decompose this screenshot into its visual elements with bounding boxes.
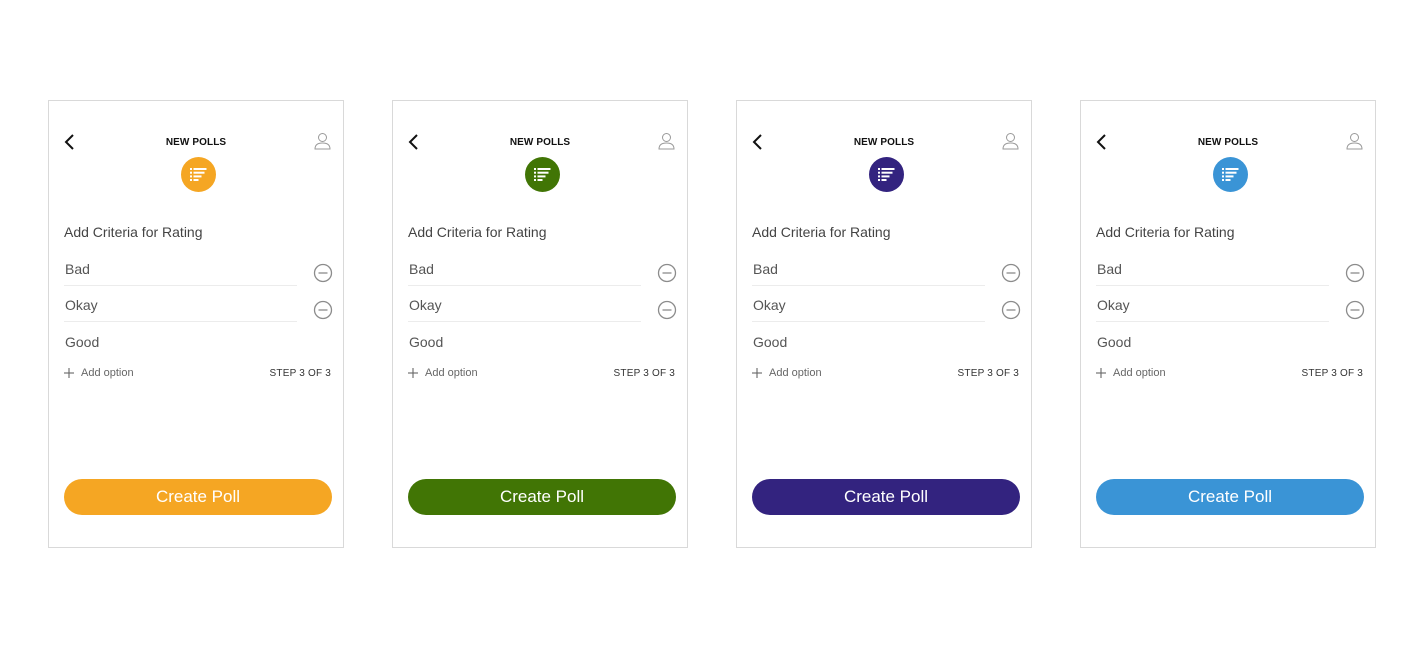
plus-icon bbox=[64, 368, 74, 378]
option-label: Bad bbox=[65, 261, 90, 277]
poll-list-icon bbox=[190, 168, 207, 181]
option-label: Okay bbox=[1097, 297, 1130, 313]
option-field[interactable]: Okay bbox=[64, 295, 297, 322]
create-poll-button[interactable]: Create Poll bbox=[64, 479, 332, 515]
option-field[interactable]: Good bbox=[64, 332, 297, 358]
option-label: Good bbox=[65, 334, 100, 350]
minus-circle-icon[interactable] bbox=[1001, 300, 1021, 320]
poll-badge bbox=[181, 157, 216, 192]
minus-circle-icon[interactable] bbox=[1345, 263, 1365, 283]
design-board: NEW POLLS Add Criteria for Rating Bad Ok… bbox=[0, 0, 1421, 651]
minus-circle-icon[interactable] bbox=[313, 263, 333, 283]
option-field[interactable]: Bad bbox=[408, 259, 641, 286]
option-field[interactable]: Good bbox=[752, 332, 985, 358]
user-icon[interactable] bbox=[314, 132, 331, 150]
page-title: NEW POLLS bbox=[165, 137, 227, 148]
section-heading: Add Criteria for Rating bbox=[752, 224, 891, 240]
option-field[interactable]: Good bbox=[408, 332, 641, 358]
option-field[interactable]: Bad bbox=[64, 259, 297, 286]
option-label: Okay bbox=[65, 297, 98, 313]
plus-icon bbox=[408, 368, 418, 378]
poll-badge bbox=[869, 157, 904, 192]
page-title: NEW POLLS bbox=[853, 137, 915, 148]
user-icon[interactable] bbox=[1002, 132, 1019, 150]
add-option-button[interactable]: Add option bbox=[63, 367, 134, 379]
option-label: Okay bbox=[409, 297, 442, 313]
add-option-button[interactable]: Add option bbox=[751, 367, 822, 379]
option-field[interactable]: Okay bbox=[1096, 295, 1329, 322]
poll-list-icon bbox=[534, 168, 551, 181]
plus-icon bbox=[752, 368, 762, 378]
step-indicator: STEP 3 OF 3 bbox=[613, 368, 675, 379]
phone-screen: NEW POLLS Add Criteria for Rating Bad Ok… bbox=[392, 100, 688, 548]
minus-circle-icon[interactable] bbox=[657, 263, 677, 283]
add-option-label: Add option bbox=[81, 367, 134, 379]
user-icon[interactable] bbox=[1346, 132, 1363, 150]
step-indicator: STEP 3 OF 3 bbox=[1301, 368, 1363, 379]
phone-screen: NEW POLLS Add Criteria for Rating Bad Ok… bbox=[736, 100, 1032, 548]
create-poll-button[interactable]: Create Poll bbox=[1096, 479, 1364, 515]
plus-icon bbox=[1096, 368, 1106, 378]
option-label: Good bbox=[753, 334, 788, 350]
poll-list-icon bbox=[1222, 168, 1239, 181]
option-label: Bad bbox=[409, 261, 434, 277]
add-option-button[interactable]: Add option bbox=[1095, 367, 1166, 379]
poll-badge bbox=[525, 157, 560, 192]
option-field[interactable]: Good bbox=[1096, 332, 1329, 358]
create-poll-button[interactable]: Create Poll bbox=[408, 479, 676, 515]
poll-list-icon bbox=[878, 168, 895, 181]
add-option-label: Add option bbox=[425, 367, 478, 379]
poll-badge bbox=[1213, 157, 1248, 192]
minus-circle-icon[interactable] bbox=[313, 300, 333, 320]
option-label: Good bbox=[1097, 334, 1132, 350]
section-heading: Add Criteria for Rating bbox=[64, 224, 203, 240]
add-option-button[interactable]: Add option bbox=[407, 367, 478, 379]
option-label: Bad bbox=[753, 261, 778, 277]
minus-circle-icon[interactable] bbox=[657, 300, 677, 320]
add-option-label: Add option bbox=[1113, 367, 1166, 379]
page-title: NEW POLLS bbox=[509, 137, 571, 148]
step-indicator: STEP 3 OF 3 bbox=[957, 368, 1019, 379]
section-heading: Add Criteria for Rating bbox=[1096, 224, 1235, 240]
phone-screen: NEW POLLS Add Criteria for Rating Bad Ok… bbox=[48, 100, 344, 548]
option-field[interactable]: Bad bbox=[752, 259, 985, 286]
minus-circle-icon[interactable] bbox=[1345, 300, 1365, 320]
section-heading: Add Criteria for Rating bbox=[408, 224, 547, 240]
add-option-label: Add option bbox=[769, 367, 822, 379]
option-label: Okay bbox=[753, 297, 786, 313]
minus-circle-icon[interactable] bbox=[1001, 263, 1021, 283]
phone-screen: NEW POLLS Add Criteria for Rating Bad Ok… bbox=[1080, 100, 1376, 548]
option-field[interactable]: Okay bbox=[752, 295, 985, 322]
page-title: NEW POLLS bbox=[1197, 137, 1259, 148]
option-field[interactable]: Bad bbox=[1096, 259, 1329, 286]
create-poll-button[interactable]: Create Poll bbox=[752, 479, 1020, 515]
option-field[interactable]: Okay bbox=[408, 295, 641, 322]
step-indicator: STEP 3 OF 3 bbox=[269, 368, 331, 379]
user-icon[interactable] bbox=[658, 132, 675, 150]
option-label: Good bbox=[409, 334, 444, 350]
option-label: Bad bbox=[1097, 261, 1122, 277]
